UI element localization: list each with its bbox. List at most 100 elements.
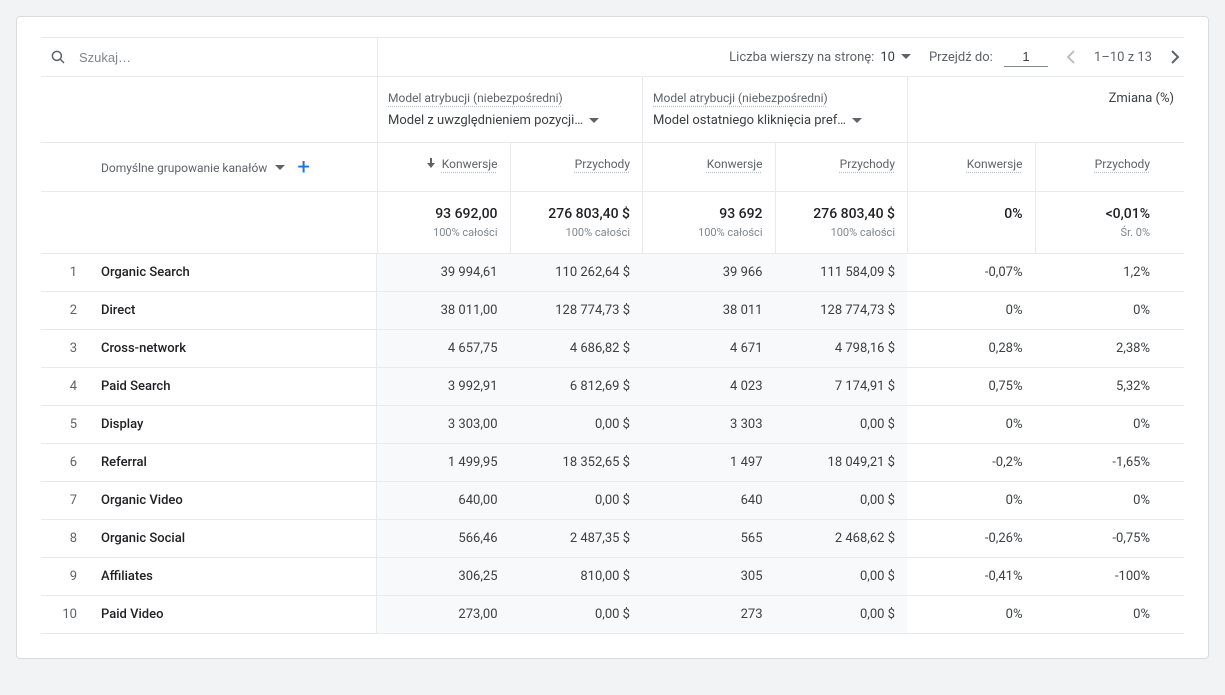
row-channel-name: Referral xyxy=(89,444,377,481)
row-rev-change: 0% xyxy=(1035,482,1163,519)
row-rev-2: 4 798,16 $ xyxy=(775,330,908,367)
table-row[interactable]: 7Organic Video640,000,00 $6400,00 $0%0% xyxy=(41,482,1184,520)
search-icon xyxy=(49,48,67,66)
row-conv-1: 1 499,95 xyxy=(377,444,510,481)
search-box[interactable] xyxy=(41,38,377,76)
row-conv-1: 3 303,00 xyxy=(377,406,510,443)
row-channel-name: Organic Video xyxy=(89,482,377,519)
row-conv-2: 4 671 xyxy=(642,330,775,367)
metrics-header: Domyślne grupowanie kanałów + Konwersje … xyxy=(41,143,1184,192)
row-rev-1: 0,00 $ xyxy=(510,406,643,443)
row-conv-change: 0% xyxy=(907,596,1035,633)
total-rev-2: 276 803,40 $100% całości xyxy=(775,192,908,253)
row-rev-1: 18 352,65 $ xyxy=(510,444,643,481)
row-rev-1: 4 686,82 $ xyxy=(510,330,643,367)
table-row[interactable]: 3Cross-network4 657,754 686,82 $4 6714 7… xyxy=(41,330,1184,368)
row-rev-2: 0,00 $ xyxy=(775,406,908,443)
row-channel-name: Cross-network xyxy=(89,330,377,367)
row-index: 6 xyxy=(41,444,89,481)
goto-control: Przejdź do: xyxy=(929,47,1048,67)
row-index: 1 xyxy=(41,254,89,291)
row-rev-1: 2 487,35 $ xyxy=(510,520,643,557)
table-row[interactable]: 2Direct38 011,00128 774,73 $38 011128 77… xyxy=(41,292,1184,330)
col-revenue-1[interactable]: Przychody xyxy=(510,143,643,191)
row-rev-1: 0,00 $ xyxy=(510,596,643,633)
col-conversions-1[interactable]: Konwersje xyxy=(377,143,510,191)
row-rev-1: 810,00 $ xyxy=(510,558,643,595)
page-range: 1–10 z 13 xyxy=(1094,50,1152,65)
row-conv-2: 640 xyxy=(642,482,775,519)
total-rev-change: <0,01%Śr. 0% xyxy=(1035,192,1163,253)
row-conv-1: 640,00 xyxy=(377,482,510,519)
row-conv-change: -0,07% xyxy=(907,254,1035,291)
row-rev-2: 0,00 $ xyxy=(775,558,908,595)
table-row[interactable]: 10Paid Video273,000,00 $2730,00 $0%0% xyxy=(41,596,1184,634)
col-revenue-2[interactable]: Przychody xyxy=(775,143,908,191)
row-conv-2: 565 xyxy=(642,520,775,557)
row-rev-change: 2,38% xyxy=(1035,330,1163,367)
row-conv-change: 0,75% xyxy=(907,368,1035,405)
row-rev-1: 110 262,64 $ xyxy=(510,254,643,291)
sort-arrow-down-icon xyxy=(427,158,435,168)
row-conv-1: 39 994,61 xyxy=(377,254,510,291)
table-row[interactable]: 5Display3 303,000,00 $3 3030,00 $0%0% xyxy=(41,406,1184,444)
prev-page-button[interactable] xyxy=(1066,49,1076,65)
row-conv-2: 4 023 xyxy=(642,368,775,405)
row-conv-2: 273 xyxy=(642,596,775,633)
row-conv-2: 1 497 xyxy=(642,444,775,481)
table-row[interactable]: 9Affiliates306,25810,00 $3050,00 $-0,41%… xyxy=(41,558,1184,596)
table-row[interactable]: 1Organic Search39 994,61110 262,64 $39 9… xyxy=(41,254,1184,292)
add-dimension-button[interactable]: + xyxy=(297,157,309,179)
row-rev-2: 128 774,73 $ xyxy=(775,292,908,329)
row-rev-change: 0% xyxy=(1035,406,1163,443)
row-channel-name: Direct xyxy=(89,292,377,329)
attribution-label-2: Model atrybucji (niebezpośredni) xyxy=(653,91,897,105)
row-conv-change: 0% xyxy=(907,292,1035,329)
col-revenue-change[interactable]: Przychody xyxy=(1035,143,1163,191)
row-index: 9 xyxy=(41,558,89,595)
row-index: 4 xyxy=(41,368,89,405)
row-conv-change: -0,26% xyxy=(907,520,1035,557)
total-conv-1: 93 692,00100% całości xyxy=(377,192,510,253)
row-conv-change: -0,2% xyxy=(907,444,1035,481)
caret-down-icon xyxy=(589,118,599,124)
row-rev-2: 0,00 $ xyxy=(775,482,908,519)
caret-down-icon[interactable] xyxy=(901,54,911,60)
model-selector-2[interactable]: Model ostatniego kliknięcia pref… xyxy=(653,113,897,128)
col-conversions-change[interactable]: Konwersje xyxy=(907,143,1035,191)
table-row[interactable]: 8Organic Social566,462 487,35 $5652 468,… xyxy=(41,520,1184,558)
row-conv-2: 38 011 xyxy=(642,292,775,329)
rows-per-page[interactable]: Liczba wierszy na stronę: 10 xyxy=(729,50,911,65)
row-conv-2: 305 xyxy=(642,558,775,595)
row-conv-change: -0,41% xyxy=(907,558,1035,595)
model-selector-1[interactable]: Model z uwzględnieniem pozycji… xyxy=(388,113,632,128)
report-card: Liczba wierszy na stronę: 10 Przejdź do:… xyxy=(16,16,1209,659)
row-conv-1: 566,46 xyxy=(377,520,510,557)
top-row: Liczba wierszy na stronę: 10 Przejdź do:… xyxy=(41,37,1184,77)
dimension-header[interactable]: Domyślne grupowanie kanałów + xyxy=(41,143,377,191)
row-conv-change: 0% xyxy=(907,406,1035,443)
table-row[interactable]: 6Referral1 499,9518 352,65 $1 49718 049,… xyxy=(41,444,1184,482)
row-conv-change: 0,28% xyxy=(907,330,1035,367)
goto-label: Przejdź do: xyxy=(929,50,993,65)
row-rev-change: 0% xyxy=(1035,292,1163,329)
row-conv-1: 3 992,91 xyxy=(377,368,510,405)
row-channel-name: Paid Search xyxy=(89,368,377,405)
attribution-label-1: Model atrybucji (niebezpośredni) xyxy=(388,91,632,105)
search-input[interactable] xyxy=(79,50,279,65)
row-conv-1: 306,25 xyxy=(377,558,510,595)
row-rev-1: 128 774,73 $ xyxy=(510,292,643,329)
total-rev-1: 276 803,40 $100% całości xyxy=(510,192,643,253)
row-conv-2: 3 303 xyxy=(642,406,775,443)
row-rev-change: 0% xyxy=(1035,596,1163,633)
next-page-button[interactable] xyxy=(1170,49,1180,65)
goto-input[interactable] xyxy=(1004,47,1048,67)
data-rows: 1Organic Search39 994,61110 262,64 $39 9… xyxy=(41,254,1184,634)
table-row[interactable]: 4Paid Search3 992,916 812,69 $4 0237 174… xyxy=(41,368,1184,406)
row-index: 3 xyxy=(41,330,89,367)
total-conv-2: 93 692100% całości xyxy=(642,192,775,253)
row-rev-change: -1,65% xyxy=(1035,444,1163,481)
col-conversions-2[interactable]: Konwersje xyxy=(642,143,775,191)
rows-per-page-label: Liczba wierszy na stronę: xyxy=(729,50,874,65)
row-rev-1: 0,00 $ xyxy=(510,482,643,519)
